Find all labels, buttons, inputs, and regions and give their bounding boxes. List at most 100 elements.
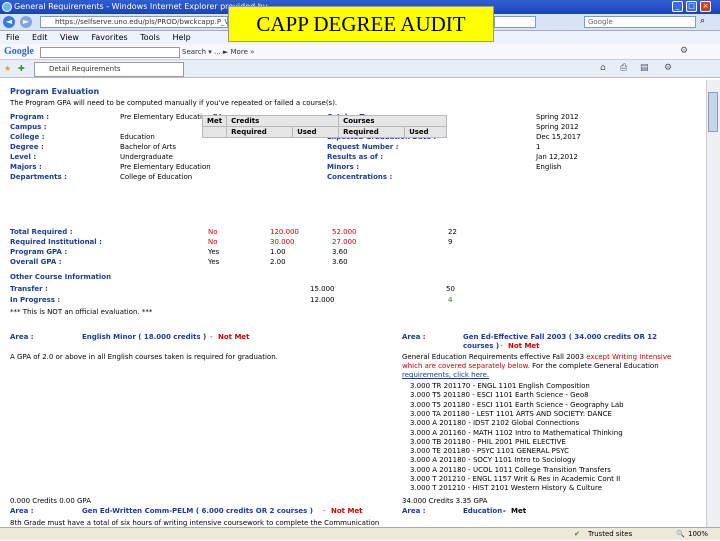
disclaimer: *** This is NOT an official evaluation. … xyxy=(10,308,153,316)
wrench-icon[interactable]: ⚙ xyxy=(680,46,688,56)
ie-icon xyxy=(2,2,12,12)
area-education: Education xyxy=(463,507,503,515)
met-credits-courses-table: Met Credits Courses Required Used Requir… xyxy=(201,115,448,138)
field-value-left: College of Education xyxy=(120,173,193,181)
forward-button[interactable]: ► xyxy=(20,16,32,28)
in-progress-courses: 4 xyxy=(448,296,453,304)
area-education-status: Met xyxy=(511,507,527,515)
add-favorites-icon[interactable]: ✚ xyxy=(18,60,25,78)
menu-help[interactable]: Help xyxy=(172,33,190,42)
field-value-right: Spring 2012 xyxy=(536,113,579,121)
summary-row-label: Overall GPA : xyxy=(10,258,62,266)
course-list-item: 3.000 T 201210 - HIST 2101 Western Histo… xyxy=(410,484,603,493)
field-label-left: College : xyxy=(10,133,45,141)
course-list-item: 3.000 T5 201180 - ESCI 1101 Earth Scienc… xyxy=(410,391,589,400)
course-list-item: 3.000 TA 201180 - LEST 1101 ARTS AND SOC… xyxy=(410,409,612,418)
scrollbar-thumb[interactable] xyxy=(708,92,718,132)
page-content: Program Evaluation The Program GPA will … xyxy=(0,80,706,527)
vertical-scrollbar[interactable] xyxy=(706,80,720,527)
field-label-right: Request Number : xyxy=(327,143,399,151)
col-courses-required: Required xyxy=(338,126,406,138)
maximize-button[interactable]: □ xyxy=(686,1,697,12)
course-list-item: 3.000 T 201210 - ENGL 1157 Writ & Res in… xyxy=(410,475,621,483)
back-button[interactable]: ◄ xyxy=(3,16,15,28)
summary-row-met: No xyxy=(208,228,218,236)
minimize-button[interactable]: _ xyxy=(672,1,683,12)
tab-detail-requirements[interactable]: Detail Requirements xyxy=(34,62,184,77)
summary-row-met: Yes xyxy=(208,248,220,256)
course-list-item: 3.000 TE 201180 - PSYC 1101 GENERAL PSYC xyxy=(410,447,570,456)
field-label-left: Degree : xyxy=(10,143,44,151)
field-label-left: Majors : xyxy=(10,163,42,171)
summary-row-met: Yes xyxy=(208,258,220,266)
google-search-input[interactable] xyxy=(40,47,180,58)
col-met-blank xyxy=(201,126,228,138)
summary-row-label: Program GPA : xyxy=(10,248,68,256)
zoom-level[interactable]: 100% xyxy=(688,528,708,541)
area-label: Area : xyxy=(10,333,34,341)
course-list-item: 3.000 A 201160 - MATH 1102 Intro to Math… xyxy=(410,428,623,437)
field-label-left: Program : xyxy=(10,113,50,121)
menu-edit[interactable]: Edit xyxy=(32,33,48,42)
google-logo: Google xyxy=(4,46,34,57)
course-list-item: 3.000 TR 201170 - ENGL 1101 English Comp… xyxy=(410,382,590,390)
area-written-comm: Gen Ed-Written Comm-PELM ( 6.000 credits… xyxy=(82,507,313,515)
area-gen-ed: Gen Ed-Effective Fall 2003 ( 34.000 cred… xyxy=(463,333,658,341)
field-value-left: Bachelor of Arts xyxy=(120,143,177,151)
course-list-item: 3.000 A 201180 - IDST 2102 Global Connec… xyxy=(410,419,580,428)
area-english-minor-status: Not Met xyxy=(218,333,250,341)
summary-row-credits-used: 52.000 xyxy=(332,228,357,236)
status-dash: - xyxy=(323,507,326,515)
status-dash: - xyxy=(500,342,503,350)
field-value-left: Pre Elementary Education xyxy=(120,163,211,171)
gpa-note: The Program GPA will need to be computed… xyxy=(10,99,338,107)
transfer-credits: 15.000 xyxy=(310,285,335,293)
field-label-right: Minors : xyxy=(327,163,360,171)
area-label: Area : xyxy=(402,507,426,515)
transfer-label: Transfer : xyxy=(10,285,48,293)
search-icon[interactable]: ⌕ xyxy=(700,16,705,26)
field-value-left: Undergraduate xyxy=(120,153,173,161)
summary-row-credits-used: 27.000 xyxy=(332,238,357,246)
gen-ed-requirements-link[interactable]: requirements, click here. xyxy=(402,371,489,380)
field-value-right: Spring 2012 xyxy=(536,123,579,131)
url-input[interactable]: https://selfserve.uno.edu/pls/PROD/bwckc… xyxy=(40,16,228,28)
summary-row-label: Total Required : xyxy=(10,228,73,236)
col-credits: Credits xyxy=(226,115,340,127)
trusted-sites-icon: ✔ xyxy=(574,530,580,538)
menu-favorites[interactable]: Favorites xyxy=(92,33,128,42)
field-value-right: 1 xyxy=(536,143,541,151)
menu-file[interactable]: File xyxy=(6,33,19,42)
print-icon[interactable]: ⎙ xyxy=(620,63,627,73)
summary-row-courses-used: 22 xyxy=(448,228,457,236)
field-value-right: Jan 12,2012 xyxy=(536,153,578,161)
area-summary-right: 34.000 Credits 3.35 GPA xyxy=(402,497,488,505)
home-icon[interactable]: ⌂ xyxy=(600,63,606,73)
other-course-info-label: Other Course Information xyxy=(10,273,112,281)
area-written-comm-status: Not Met xyxy=(331,507,363,515)
course-list-item: 3.000 TB 201180 - PHIL 2001 PHIL ELECTIV… xyxy=(410,437,566,446)
google-toolbar-tools[interactable]: Search ▾ ... ► More » xyxy=(182,44,254,60)
page-menu-icon[interactable]: ▤ xyxy=(640,63,649,73)
search-input[interactable]: Google xyxy=(584,16,696,28)
status-bar: ✔ Trusted sites 🔍 100% xyxy=(0,527,720,540)
security-zone: Trusted sites xyxy=(588,530,633,538)
favorites-star-icon[interactable]: ★ xyxy=(4,60,11,78)
field-value-left: Education xyxy=(120,133,155,141)
gen-ed-desc-line1: General Education Requirements effective… xyxy=(402,353,672,361)
summary-row-credits-used: 3.60 xyxy=(332,258,348,266)
menu-view[interactable]: View xyxy=(60,33,79,42)
url-input-continued[interactable] xyxy=(494,16,536,28)
course-list-item: 3.000 T5 201180 - ESCI 1101 Earth Scienc… xyxy=(410,400,624,409)
menu-tools[interactable]: Tools xyxy=(140,33,160,42)
summary-row-credits-required: 2.00 xyxy=(270,258,286,266)
field-label-left: Campus : xyxy=(10,123,47,131)
zoom-icon[interactable]: 🔍 xyxy=(676,528,685,541)
close-button[interactable]: × xyxy=(700,1,711,12)
tools-menu-icon[interactable]: ⚙ xyxy=(664,63,672,73)
area-english-minor: English Minor ( 18.000 credits ) xyxy=(82,333,207,341)
field-label-left: Departments : xyxy=(10,173,67,181)
course-list-item: 3.000 A 201180 - UCOL 1011 College Trans… xyxy=(410,465,611,474)
writing-intensive-note: 8th Grade must have a total of six hours… xyxy=(10,519,380,527)
col-courses: Courses xyxy=(338,115,448,127)
